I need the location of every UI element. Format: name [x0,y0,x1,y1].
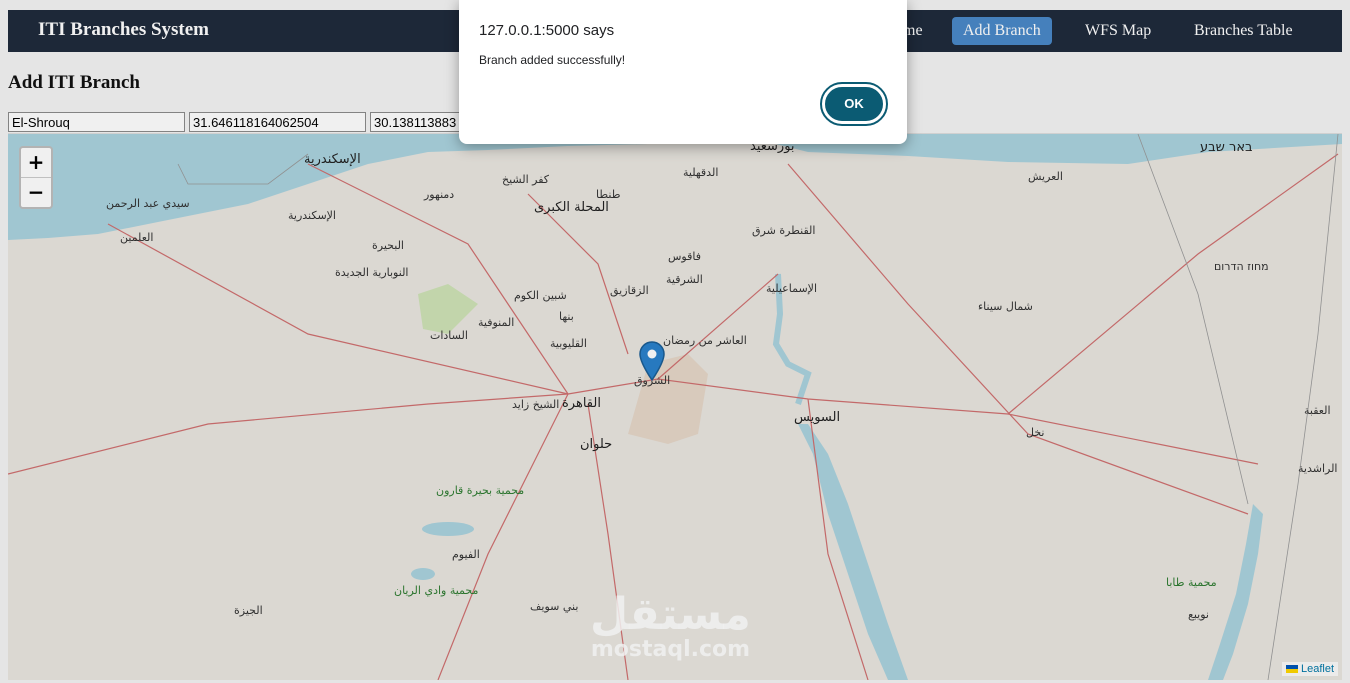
alert-dialog: 127.0.0.1:5000 says Branch added success… [459,0,907,144]
dialog-title: 127.0.0.1:5000 says [479,22,615,39]
ok-button[interactable]: OK [820,82,888,126]
dialog-message: Branch added successfully! [479,53,626,67]
